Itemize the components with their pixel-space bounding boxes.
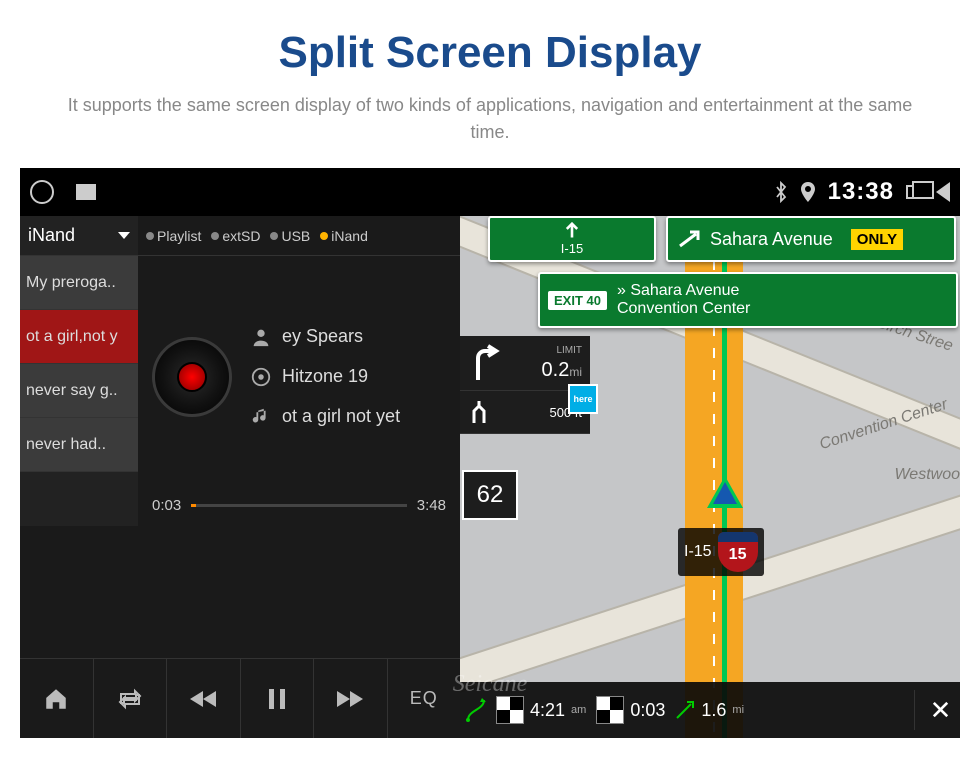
source-label: iNand	[28, 225, 75, 246]
head-unit-screen: 13:38 iNand My preroga.. ot a girl,not y…	[20, 168, 960, 738]
checkered-flag-icon	[496, 696, 524, 724]
source-tabs: Playlist extSD USB iNand	[138, 216, 460, 256]
eq-button[interactable]: EQ	[388, 659, 461, 738]
elapsed-time: 0:03	[152, 497, 181, 514]
tab-playlist[interactable]: Playlist	[146, 228, 201, 244]
source-dropdown[interactable]: iNand	[20, 216, 138, 256]
multitask-icon[interactable]	[906, 185, 924, 199]
tab-usb[interactable]: USB	[270, 228, 310, 244]
page-title: Split Screen Display	[0, 0, 980, 92]
track-title-label: ot a girl not yet	[282, 406, 400, 427]
media-controls: EQ	[20, 658, 460, 738]
chevron-down-icon	[118, 232, 130, 239]
duration-time: 3:48	[417, 497, 446, 514]
navigation-panel[interactable]: Birch Stree Westwoo Convention Center I-…	[460, 216, 960, 738]
prev-button[interactable]	[167, 659, 241, 738]
checkered-flag-icon	[596, 696, 624, 724]
home-button[interactable]	[20, 659, 94, 738]
turn-right-icon	[468, 344, 502, 382]
album-label: Hitzone 19	[282, 366, 368, 387]
progress-slider[interactable]	[191, 504, 407, 507]
vehicle-marker-icon	[707, 476, 743, 508]
media-panel: iNand My preroga.. ot a girl,not y never…	[20, 216, 460, 738]
now-playing: ey Spears Hitzone 19	[138, 256, 460, 497]
nav-bottom-bar: 4:21am 0:03 1.6mi ✕	[460, 682, 960, 738]
distance-icon	[675, 700, 695, 720]
trip-distance: 1.6mi	[675, 700, 744, 721]
album-disc-icon	[152, 337, 232, 417]
page-subtitle: It supports the same screen display of t…	[0, 92, 980, 168]
merge-icon	[468, 399, 490, 425]
artist-label: ey Spears	[282, 326, 363, 347]
here-logo-icon: here	[568, 384, 598, 414]
tab-inand[interactable]: iNand	[320, 228, 368, 244]
map-canvas[interactable]: Birch Stree Westwoo Convention Center I-…	[460, 216, 960, 738]
only-badge: ONLY	[851, 229, 903, 250]
location-icon	[800, 182, 816, 202]
next-turn-box: LIMIT 0.2mi	[460, 336, 590, 391]
arrival-time: 4:21am	[496, 696, 586, 724]
artist-icon	[250, 326, 272, 348]
track-item[interactable]: ot a girl,not y	[20, 310, 138, 364]
status-bar: 13:38	[20, 168, 960, 216]
playlist-column: iNand My preroga.. ot a girl,not y never…	[20, 216, 138, 526]
recent-apps-icon[interactable]	[76, 184, 96, 200]
trip-time: 0:03	[596, 696, 665, 724]
speed-indicator: 62	[462, 470, 518, 520]
overhead-sign-left: I-15	[488, 216, 656, 262]
exit-sign: EXIT 40 » Sahara Avenue Convention Cente…	[538, 272, 958, 328]
route-overview-icon[interactable]	[466, 698, 486, 722]
repeat-button[interactable]	[94, 659, 168, 738]
close-route-button[interactable]: ✕	[914, 690, 954, 730]
progress-row: 0:03 3:48	[138, 497, 460, 526]
road-label: Westwoo	[894, 466, 960, 484]
track-icon	[250, 406, 272, 428]
back-icon[interactable]	[936, 182, 950, 202]
home-circle-icon[interactable]	[30, 180, 54, 204]
tab-extsd[interactable]: extSD	[211, 228, 260, 244]
interstate-shield-icon: 15	[718, 532, 758, 572]
exit-badge: EXIT 40	[548, 291, 607, 310]
pause-button[interactable]	[241, 659, 315, 738]
track-item[interactable]: never had..	[20, 418, 138, 472]
bluetooth-icon	[774, 181, 788, 203]
status-clock: 13:38	[828, 178, 894, 206]
next-button[interactable]	[314, 659, 388, 738]
overhead-sign-right: Sahara Avenue ONLY	[666, 216, 956, 262]
track-item[interactable]: My preroga..	[20, 256, 138, 310]
track-item[interactable]: never say g..	[20, 364, 138, 418]
media-main: Playlist extSD USB iNand ey Spea	[138, 216, 460, 526]
interstate-shield-label: I-15 15	[678, 528, 764, 576]
album-icon	[250, 366, 272, 388]
